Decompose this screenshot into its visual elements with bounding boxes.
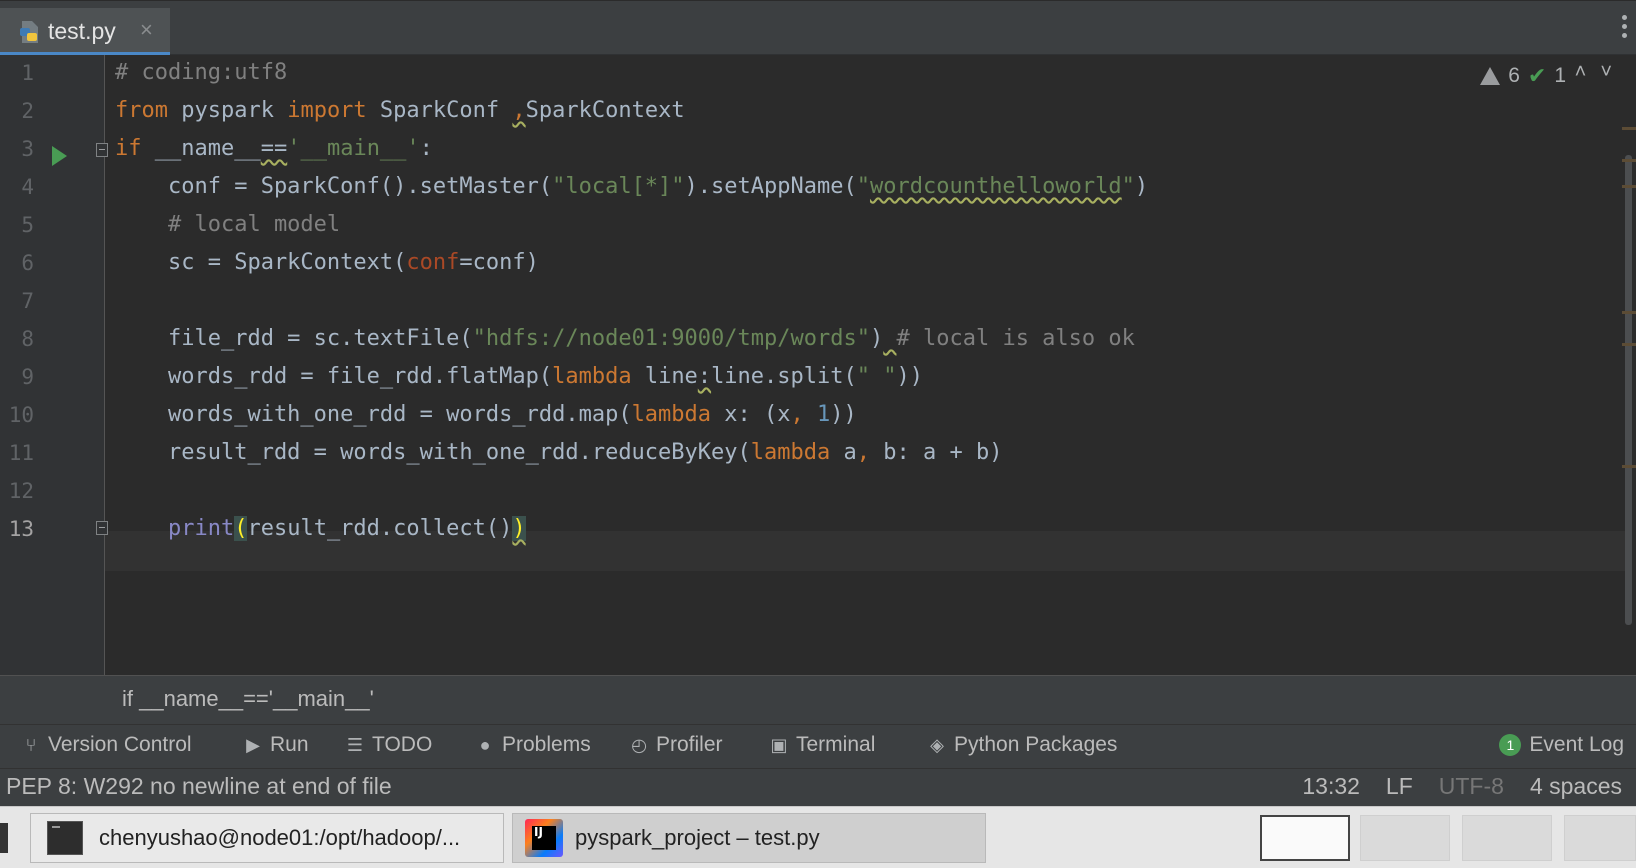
line-number: 3 (21, 137, 34, 161)
error-stripe[interactable] (1620, 55, 1636, 675)
profiler-icon: ◴ (631, 734, 647, 755)
check-count: 1 (1554, 64, 1566, 87)
play-icon: ▶ (246, 734, 260, 755)
code-line: conf = SparkConf().setMaster("local[*]")… (115, 174, 1149, 199)
tool-event-log[interactable]: 1 Event Log (1499, 733, 1624, 757)
line-number: 7 (21, 289, 34, 313)
warning-count: 6 (1508, 64, 1520, 87)
workspace-4[interactable] (1564, 815, 1636, 861)
breadcrumb[interactable]: if __name__=='__main__' (0, 675, 1636, 724)
run-icon[interactable] (52, 146, 67, 166)
taskbar-terminal-window[interactable]: chenyushao@node01:/opt/hadoop/... (30, 813, 504, 863)
caret-position[interactable]: 13:32 (1302, 773, 1360, 800)
fold-icon[interactable] (96, 521, 108, 535)
python-file-icon (20, 21, 38, 43)
tool-run[interactable]: ▶ Run (244, 733, 308, 757)
check-icon: ✔ (1527, 63, 1547, 88)
code-line: from pyspark import SparkConf ,SparkCont… (115, 98, 685, 123)
inspection-widget[interactable]: 6 ✔ 1 (1480, 63, 1566, 89)
code-content[interactable]: # coding:utf8 from pyspark import SparkC… (115, 55, 1148, 541)
line-number: 10 (8, 403, 34, 427)
file-encoding[interactable]: UTF-8 (1439, 773, 1504, 800)
tab-label: test.py (48, 18, 116, 44)
line-number: 6 (21, 251, 34, 275)
tool-problems[interactable]: ● Problems (476, 733, 591, 757)
tool-terminal[interactable]: ▣ Terminal (770, 733, 875, 757)
line-number: 11 (8, 441, 34, 465)
workspace-2[interactable] (1360, 815, 1450, 861)
code-line: words_with_one_rdd = words_rdd.map(lambd… (115, 402, 857, 427)
terminal-app-icon (47, 821, 83, 855)
os-taskbar: chenyushao@node01:/opt/hadoop/... pyspar… (0, 806, 1636, 868)
line-number: 4 (21, 175, 34, 199)
code-line: # local model (115, 212, 341, 237)
tool-python-packages[interactable]: ◈ Python Packages (928, 733, 1117, 757)
line-number: 5 (21, 213, 34, 237)
branch-icon: ⑂ (25, 734, 37, 755)
code-line: file_rdd = sc.textFile("hdfs://node01:90… (115, 326, 1135, 351)
code-line: # coding:utf8 (115, 60, 288, 85)
tool-window-bar: ⑂ Version Control ▶ Run ☰ TODO ● Problems ◴ P… (0, 724, 1636, 768)
line-number-gutter: 1 2 3 4 5 6 7 8 9 10 11 12 13 (0, 55, 108, 675)
code-line: sc = SparkContext(conf=conf) (115, 250, 539, 275)
close-icon[interactable]: × (140, 17, 153, 43)
warning-icon (1480, 67, 1501, 85)
breadcrumb-item[interactable]: if __name__=='__main__' (122, 686, 374, 712)
info-icon: ● (479, 734, 491, 755)
workspace-1[interactable] (1260, 815, 1350, 861)
code-line: if __name__=='__main__': (115, 136, 433, 161)
taskbar-ide-window[interactable]: pyspark_project – test.py (512, 813, 986, 863)
terminal-icon: ▣ (770, 734, 788, 755)
tool-version-control[interactable]: ⑂ Version Control (22, 733, 192, 757)
line-number-current: 13 (8, 517, 34, 541)
chevron-up-icon[interactable]: ˄ (1575, 61, 1601, 83)
code-line: words_rdd = file_rdd.flatMap(lambda line… (115, 364, 924, 389)
fold-icon[interactable] (96, 143, 108, 157)
line-number: 9 (21, 365, 34, 389)
status-message[interactable]: PEP 8: W292 no newline at end of file (6, 773, 392, 800)
line-number: 8 (21, 327, 34, 351)
code-line: print(result_rdd.collect()) (167, 516, 526, 541)
tool-profiler[interactable]: ◴ Profiler (630, 733, 722, 757)
tab-test-py[interactable]: test.py × (0, 8, 170, 56)
tool-todo[interactable]: ☰ TODO (346, 733, 432, 757)
editor-tab-bar: test.py × (0, 0, 1636, 56)
workspace-3[interactable] (1462, 815, 1552, 861)
indent-setting[interactable]: 4 spaces (1530, 773, 1622, 800)
taskbar-stub (0, 823, 8, 853)
line-number: 12 (8, 479, 34, 503)
code-editor[interactable]: 1 2 3 4 5 6 7 8 9 10 11 12 13 # coding:u… (0, 55, 1636, 675)
intellij-icon (525, 819, 563, 857)
line-number: 2 (21, 99, 34, 123)
code-line: result_rdd = words_with_one_rdd.reduceBy… (115, 440, 1003, 465)
event-count-badge: 1 (1499, 734, 1522, 756)
line-number: 1 (21, 61, 34, 85)
more-options-icon[interactable] (1622, 15, 1628, 41)
layers-icon: ◈ (930, 734, 944, 755)
list-icon: ☰ (346, 734, 364, 755)
status-bar: PEP 8: W292 no newline at end of file 13… (0, 768, 1636, 806)
line-separator[interactable]: LF (1386, 773, 1413, 800)
highlight-navigation[interactable]: ˄˅ (1575, 61, 1626, 84)
